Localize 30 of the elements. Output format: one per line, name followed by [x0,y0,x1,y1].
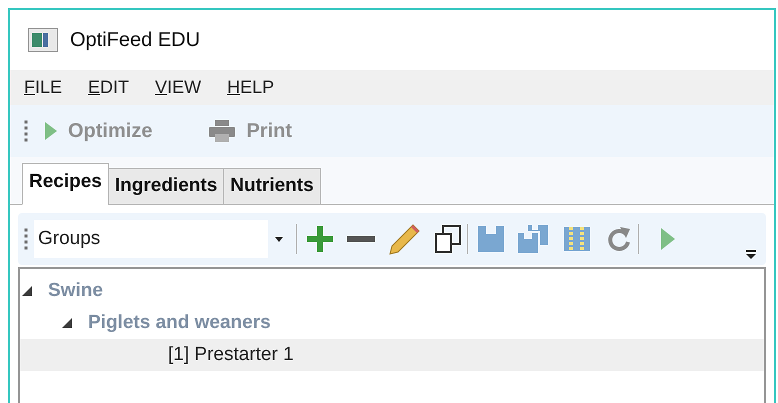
dropdown-caret-icon [275,236,283,242]
app-icon [28,28,58,52]
save-all-icon[interactable] [518,225,548,253]
menu-item[interactable]: VIEW [155,74,202,101]
tree-row[interactable]: [1] Prestarter 1 [20,339,764,371]
grip-icon[interactable] [24,228,28,250]
grip-icon[interactable] [24,120,28,142]
tab[interactable]: Recipes [22,163,109,205]
tab[interactable]: Nutrients [223,168,321,205]
grain-save-icon[interactable] [562,225,592,253]
run-icon[interactable] [661,228,675,250]
tree-label: Piglets and weaners [87,310,271,335]
overflow-icon[interactable] [746,250,756,259]
refresh-icon[interactable] [606,225,632,253]
save-icon[interactable] [478,226,504,252]
window-title: OptiFeed EDU [70,28,200,53]
expanded-triangle-icon[interactable] [22,286,32,296]
printer-icon [208,120,236,142]
copy-icon[interactable] [435,225,461,253]
tree-label: Swine [47,278,103,303]
play-icon [44,121,58,141]
menu-item[interactable]: HELP [227,74,274,101]
menu-item[interactable]: FILE [24,74,62,101]
pencil-icon[interactable] [389,223,421,255]
tab[interactable]: Ingredients [108,168,224,205]
expanded-triangle-icon[interactable] [62,318,72,328]
tree-label: [1] Prestarter 1 [167,342,294,367]
add-icon[interactable] [307,226,333,252]
menu-item[interactable]: EDIT [88,74,130,101]
group-dropdown[interactable]: Groups [34,220,290,258]
